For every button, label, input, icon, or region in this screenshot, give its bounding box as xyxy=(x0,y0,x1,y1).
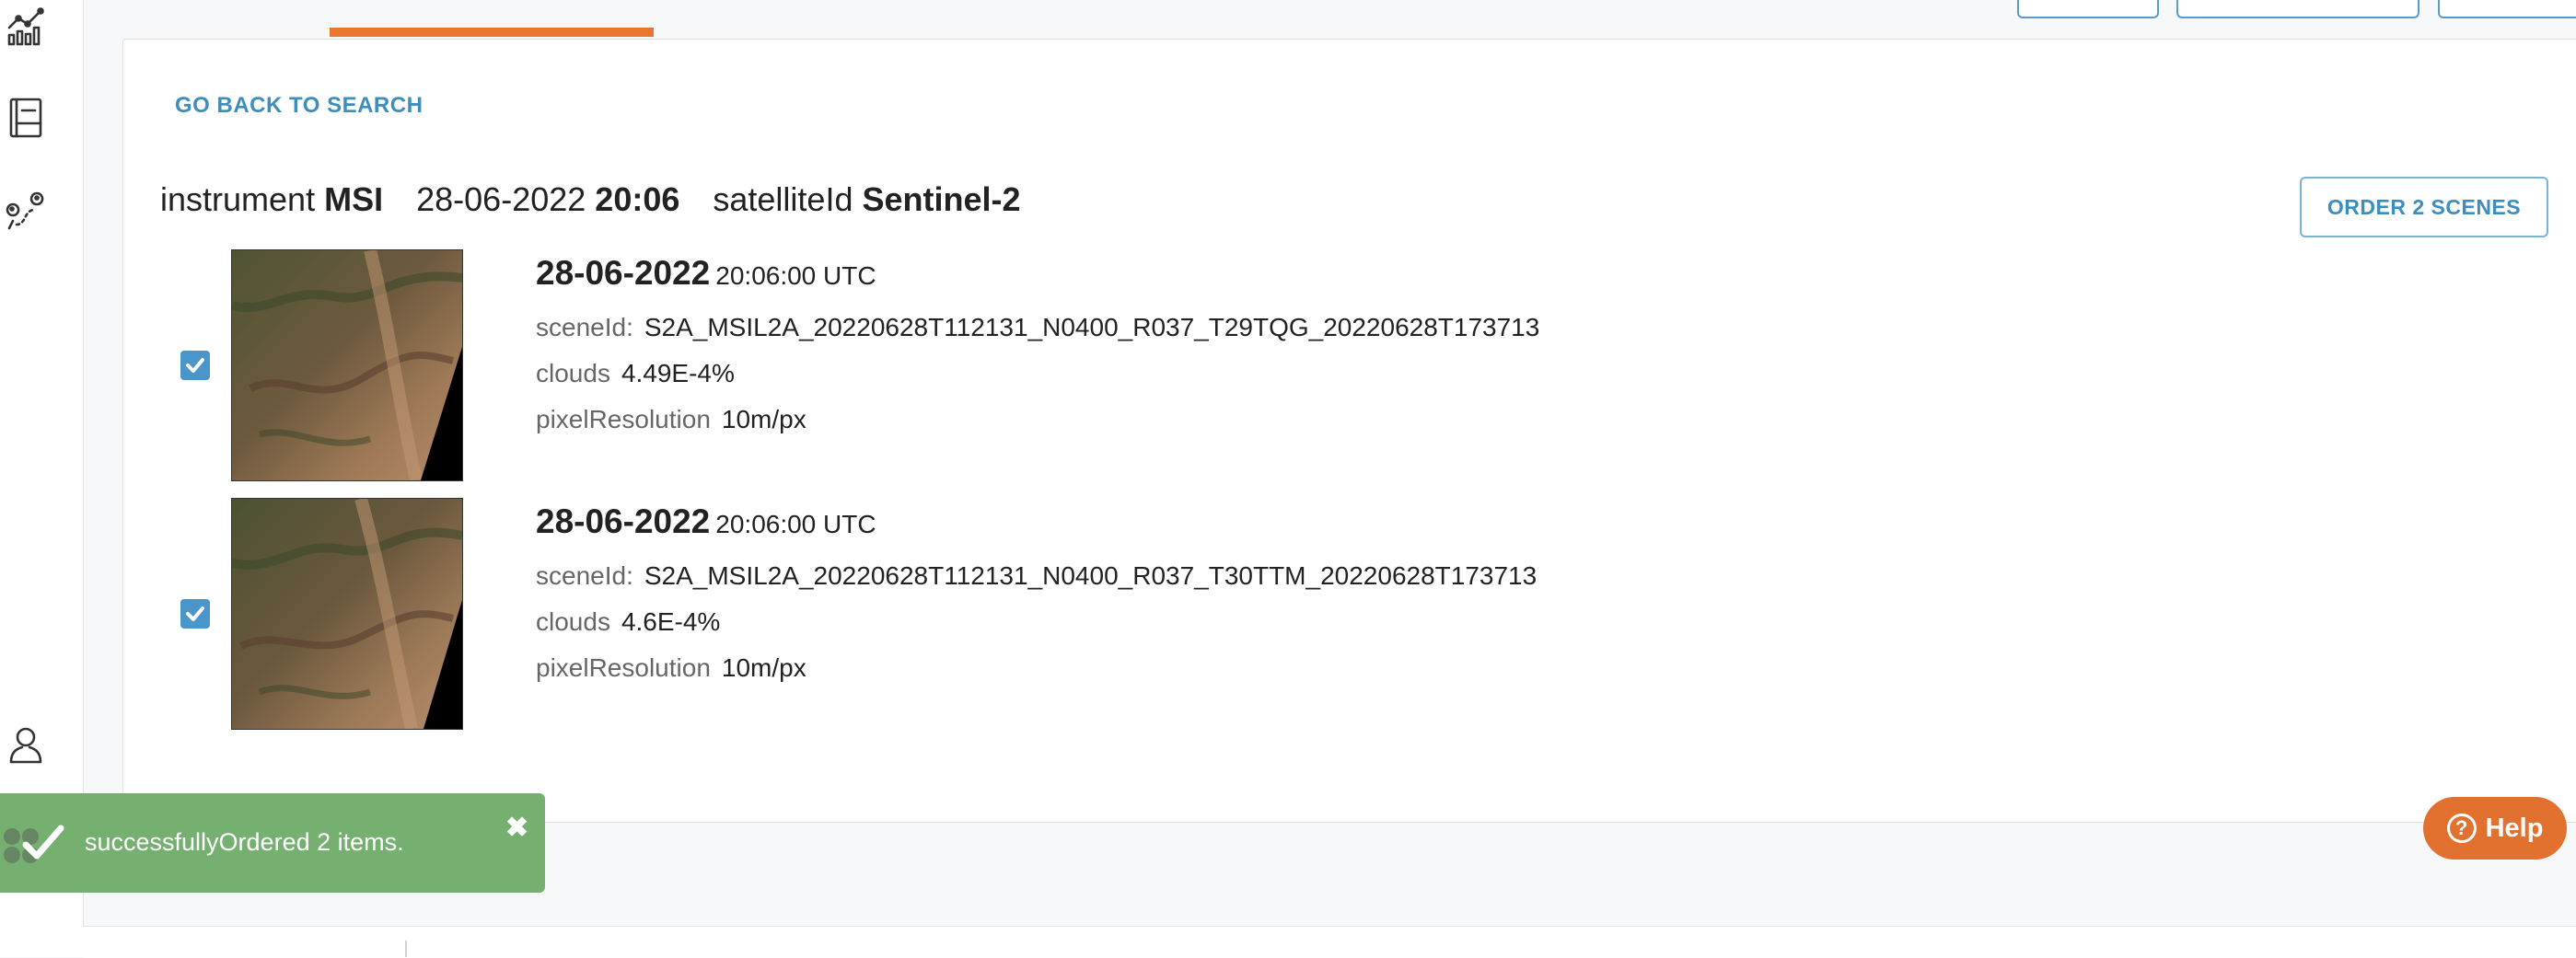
scene-thumbnail xyxy=(231,498,463,730)
top-action-button-3[interactable] xyxy=(2438,0,2576,18)
clouds-field: clouds 4.49E-4% xyxy=(536,359,735,388)
clouds-label: clouds xyxy=(536,359,610,387)
toast-message: successfullyOrdered 2 items. xyxy=(85,828,404,856)
resolution-label: pixelResolution xyxy=(536,405,711,433)
check-icon xyxy=(186,358,204,373)
top-action-button-2[interactable] xyxy=(2176,0,2419,18)
scene-checkbox[interactable] xyxy=(180,599,210,629)
active-tab-indicator xyxy=(330,28,654,37)
bottom-divider xyxy=(405,941,407,957)
check-icon xyxy=(186,606,204,621)
order-card xyxy=(122,39,2576,823)
scene-group-header: instrument MSI 28-06-2022 20:06 satellit… xyxy=(160,180,1045,219)
resolution-value: 10m/px xyxy=(721,405,806,433)
scene-id-label: sceneId: xyxy=(536,313,633,341)
user-icon[interactable] xyxy=(4,723,48,768)
satellite-value: Sentinel-2 xyxy=(862,180,1021,218)
scene-date-value: 28-06-2022 xyxy=(536,502,711,540)
resolution-value: 10m/px xyxy=(721,653,806,682)
scene-id-value: S2A_MSIL2A_20220628T112131_N0400_R037_T2… xyxy=(644,313,1540,341)
top-action-button-1[interactable] xyxy=(2017,0,2159,18)
checkmark-icon xyxy=(18,819,66,867)
clouds-value: 4.6E-4% xyxy=(621,607,721,636)
scene-id-label: sceneId: xyxy=(536,561,633,590)
resolution-label: pixelResolution xyxy=(536,653,711,682)
scene-date-value: 28-06-2022 xyxy=(536,254,711,292)
clouds-value: 4.49E-4% xyxy=(621,359,735,387)
toast-close-icon[interactable]: ✖ xyxy=(505,812,528,844)
clouds-label: clouds xyxy=(536,607,610,636)
group-time: 20:06 xyxy=(595,180,680,218)
resolution-field: pixelResolution 10m/px xyxy=(536,405,806,434)
instrument-value: MSI xyxy=(324,180,384,218)
scene-time: 20:06:00 UTC xyxy=(715,510,876,538)
scene-date: 28-06-2022 20:06:00 UTC xyxy=(536,502,876,541)
success-toast: successfullyOrdered 2 items. ✖ xyxy=(0,793,545,893)
bottom-bar xyxy=(83,926,2576,958)
scene-time: 20:06:00 UTC xyxy=(715,261,876,290)
notebook-icon[interactable] xyxy=(4,96,48,140)
scene-id-field: sceneId: S2A_MSIL2A_20220628T112131_N0400… xyxy=(536,561,1537,591)
scene-date: 28-06-2022 20:06:00 UTC xyxy=(536,254,876,293)
help-button[interactable]: ? Help xyxy=(2423,797,2567,860)
help-icon: ? xyxy=(2446,814,2477,843)
go-back-link[interactable]: GO BACK TO SEARCH xyxy=(175,93,423,119)
chart-icon[interactable] xyxy=(4,4,48,48)
route-icon[interactable] xyxy=(4,188,48,232)
order-scenes-button[interactable]: ORDER 2 SCENES xyxy=(2300,177,2548,237)
satellite-label: satelliteId xyxy=(713,180,853,218)
group-date: 28-06-2022 xyxy=(416,180,586,218)
clouds-field: clouds 4.6E-4% xyxy=(536,607,720,637)
instrument-label: instrument xyxy=(160,180,316,218)
scene-id-field: sceneId: S2A_MSIL2A_20220628T112131_N0400… xyxy=(536,313,1539,342)
help-label: Help xyxy=(2485,813,2544,843)
resolution-field: pixelResolution 10m/px xyxy=(536,653,806,683)
scene-checkbox[interactable] xyxy=(180,351,210,380)
scene-thumbnail xyxy=(231,249,463,481)
scene-id-value: S2A_MSIL2A_20220628T112131_N0400_R037_T3… xyxy=(644,561,1537,590)
